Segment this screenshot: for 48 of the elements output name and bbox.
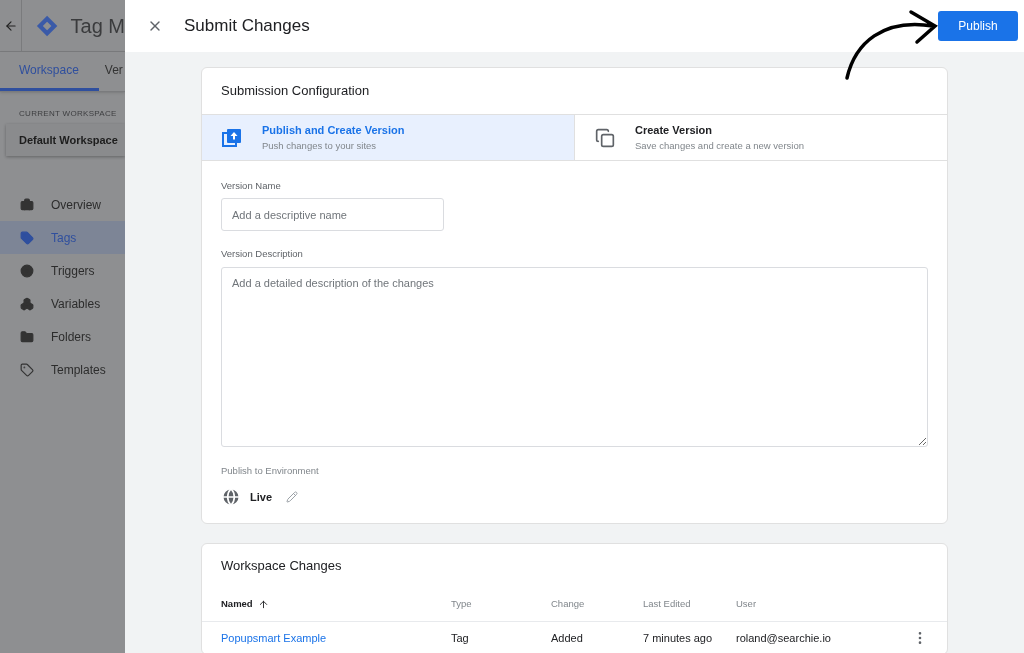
- back-arrow-icon: [3, 18, 18, 33]
- field-label: Version Name: [221, 179, 282, 193]
- card-title: Submission Configuration: [220, 82, 371, 101]
- nav-item[interactable]: Triggers: [0, 254, 125, 287]
- section-label: CURRENT WORKSPACE: [19, 108, 118, 120]
- version-description-field[interactable]: Add a detailed description of the changes: [221, 266, 928, 447]
- nav-item[interactable]: Variables: [0, 287, 125, 320]
- disc-icon: [20, 263, 34, 278]
- column-header: Change: [551, 597, 586, 612]
- app-tab[interactable]: Workspace: [0, 51, 99, 91]
- dialog-title: Submit Changes: [184, 15, 310, 38]
- card-title: Workspace Changes: [220, 557, 343, 575]
- sort-up-icon: [257, 598, 269, 610]
- workspace-selector[interactable]: Default Workspace: [6, 124, 125, 156]
- tag-icon: [20, 230, 34, 245]
- copy-icon: [595, 127, 615, 148]
- briefcase-icon: [20, 197, 34, 212]
- blocks-icon: [20, 296, 34, 311]
- column-header[interactable]: Named: [221, 597, 451, 612]
- field-label: Publish to Environment: [221, 463, 320, 478]
- nav-item[interactable]: Folders: [0, 320, 125, 353]
- option-subtitle: Save changes and create a new version: [635, 138, 804, 153]
- change-name-link[interactable]: Popupsmart Example: [221, 629, 451, 646]
- column-header: Last Edited: [643, 597, 692, 612]
- upload-stack-icon: [222, 127, 242, 148]
- folder-icon: [20, 329, 34, 344]
- pencil-icon: [286, 490, 298, 503]
- globe-icon: [221, 486, 241, 507]
- app-title: Tag M: [70, 13, 125, 39]
- table-cell-text: Added: [551, 630, 584, 646]
- version-option[interactable]: Publish and Create Version Push changes to your sites: [202, 115, 574, 160]
- option-subtitle: Push changes to your sites: [262, 138, 378, 153]
- app-tab[interactable]: Ver: [98, 51, 129, 91]
- column-header: User: [736, 597, 758, 612]
- version-name-field[interactable]: Add a descriptive name: [221, 198, 444, 232]
- column-header: Type: [451, 597, 473, 612]
- publish-button[interactable]: Publish: [938, 11, 1018, 41]
- tag-outline-icon: [20, 362, 34, 377]
- table-cell-text: 7 minutes ago: [643, 630, 714, 646]
- option-title: Create Version: [635, 123, 714, 139]
- edit-button[interactable]: [286, 490, 298, 503]
- nav-item[interactable]: Overview: [0, 188, 125, 221]
- option-title: Publish and Create Version: [262, 123, 405, 139]
- table-cell-text: Tag: [451, 630, 470, 646]
- environment-name: Live: [250, 489, 272, 505]
- field-label: Version Description: [221, 247, 304, 262]
- table-cell-text: roland@searchie.io: [736, 630, 832, 646]
- nav-item[interactable]: Templates: [0, 353, 125, 386]
